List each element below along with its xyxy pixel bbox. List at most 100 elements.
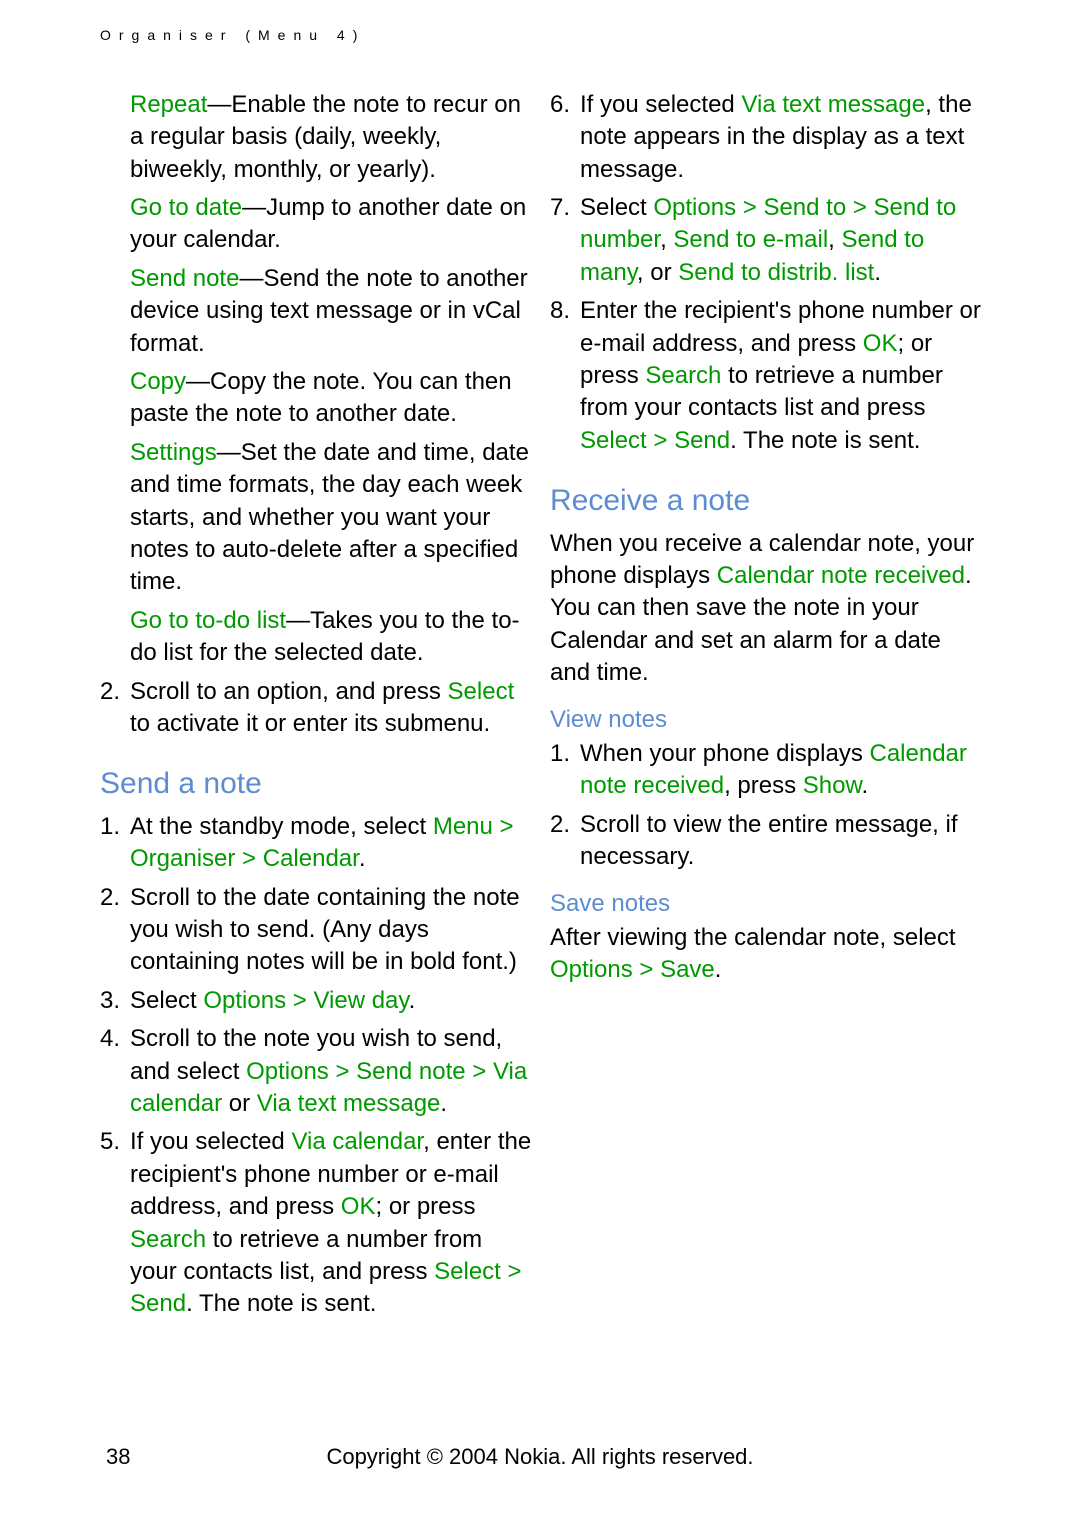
save-paragraph: After viewing the calendar note, select … [550, 922, 982, 987]
body-columns: Repeat—Enable the note to recur on a reg… [100, 89, 982, 1389]
step-number: 5. [100, 1126, 130, 1320]
text: . [409, 987, 416, 1014]
arrow-icon: > [235, 845, 262, 872]
menu-path: Send to e-mail [673, 226, 828, 253]
menu-path: Menu [433, 813, 493, 840]
send-step-7: 7. Select Options > Send to > Send to nu… [550, 192, 982, 289]
text: . The note is sent. [730, 427, 920, 454]
text: Scroll to view the entire message, if ne… [580, 809, 982, 874]
text: When your phone displays [580, 740, 870, 767]
option-settings: Settings—Set the date and time, date and… [100, 437, 532, 599]
send-step-6: 6. If you selected Via text message, the… [550, 89, 982, 186]
step-number: 7. [550, 192, 580, 289]
menu-path: Calendar [263, 845, 359, 872]
softkey: Select [580, 427, 647, 454]
text: or [222, 1090, 257, 1117]
view-step-1: 1. When your phone displays Calendar not… [550, 738, 982, 803]
menu-path: Organiser [130, 845, 235, 872]
text: to activate it or enter its submenu. [130, 710, 490, 737]
menu-path: Options [550, 956, 633, 983]
arrow-icon: > [329, 1058, 356, 1085]
heading-send-a-note: Send a note [100, 764, 532, 805]
arrow-icon: > [466, 1058, 493, 1085]
send-step-8: 8. Enter the recipient's phone number or… [550, 295, 982, 457]
softkey: Show [803, 772, 862, 799]
heading-receive-a-note: Receive a note [550, 481, 982, 522]
softkey: Send [674, 427, 730, 454]
send-step-4: 4. Scroll to the note you wish to send, … [100, 1023, 532, 1120]
softkey: Search [645, 362, 721, 389]
text: . [862, 772, 869, 799]
text: . [440, 1090, 447, 1117]
arrow-icon: > [501, 1258, 522, 1285]
display-text: Calendar note received [717, 562, 965, 589]
desc: —Copy the note. You can then paste the n… [130, 368, 512, 427]
step-number: 8. [550, 295, 580, 457]
heading-save-notes: Save notes [550, 888, 982, 920]
running-header: Organiser (Menu 4) [100, 26, 982, 45]
term: Copy [130, 368, 186, 395]
term: Settings [130, 439, 217, 466]
term: Send note [130, 265, 239, 292]
text: After viewing the calendar note, select [550, 924, 956, 951]
softkey: Search [130, 1226, 206, 1253]
view-step-2: 2. Scroll to view the entire message, if… [550, 809, 982, 874]
step-number: 1. [550, 738, 580, 803]
menu-path: Options [203, 987, 286, 1014]
term: Go to to-do list [130, 607, 286, 634]
text: , [660, 226, 673, 253]
term: Go to date [130, 194, 242, 221]
text: If you selected [130, 1128, 291, 1155]
send-step-2: 2. Scroll to the date containing the not… [100, 882, 532, 979]
text: . [715, 956, 722, 983]
softkey: OK [341, 1193, 376, 1220]
text: ; or press [375, 1193, 475, 1220]
term: Repeat [130, 91, 207, 118]
menu-path: Send note [356, 1058, 465, 1085]
menu-path: Options [653, 194, 736, 221]
step-number: 4. [100, 1023, 130, 1120]
send-step-5: 5. If you selected Via calendar, enter t… [100, 1126, 532, 1320]
menu-path: Via text message [741, 91, 925, 118]
step-2-select: 2. Scroll to an option, and press Select… [100, 676, 532, 741]
arrow-icon: > [493, 813, 514, 840]
softkey: Select [434, 1258, 501, 1285]
text: , [828, 226, 841, 253]
step-number: 6. [550, 89, 580, 186]
receive-paragraph: When you receive a calendar note, your p… [550, 528, 982, 690]
text: If you selected [580, 91, 741, 118]
text: . [874, 259, 881, 286]
text: Scroll to the date containing the note y… [130, 882, 532, 979]
send-step-1: 1. At the standby mode, select Menu > Or… [100, 811, 532, 876]
arrow-icon: > [286, 987, 313, 1014]
page: Organiser (Menu 4) Repeat—Enable the not… [0, 0, 1080, 1530]
step-number: 3. [100, 985, 130, 1017]
text: Select [130, 987, 203, 1014]
text: , or [637, 259, 678, 286]
menu-path: Via text message [257, 1090, 441, 1117]
text: Select [580, 194, 653, 221]
menu-path: Save [660, 956, 715, 983]
menu-path: Send to distrib. list [678, 259, 874, 286]
option-go-to-date: Go to date—Jump to another date on your … [100, 192, 532, 257]
send-step-3: 3. Select Options > View day. [100, 985, 532, 1017]
step-number: 2. [100, 676, 130, 741]
menu-path: Via calendar [291, 1128, 423, 1155]
heading-view-notes: View notes [550, 704, 982, 736]
arrow-icon: > [647, 427, 674, 454]
arrow-icon: > [846, 194, 873, 221]
text: . The note is sent. [186, 1290, 376, 1317]
menu-path: Options [246, 1058, 329, 1085]
arrow-icon: > [736, 194, 763, 221]
softkey: Send [130, 1290, 186, 1317]
text: At the standby mode, select [130, 813, 433, 840]
text: , press [724, 772, 803, 799]
softkey: OK [863, 330, 898, 357]
footer-copyright: Copyright © 2004 Nokia. All rights reser… [0, 1442, 1080, 1472]
menu-path: Send to [763, 194, 846, 221]
step-number: 2. [100, 882, 130, 979]
step-number: 2. [550, 809, 580, 874]
option-send-note: Send note—Send the note to another devic… [100, 263, 532, 360]
option-copy: Copy—Copy the note. You can then paste t… [100, 366, 532, 431]
option-repeat: Repeat—Enable the note to recur on a reg… [100, 89, 532, 186]
